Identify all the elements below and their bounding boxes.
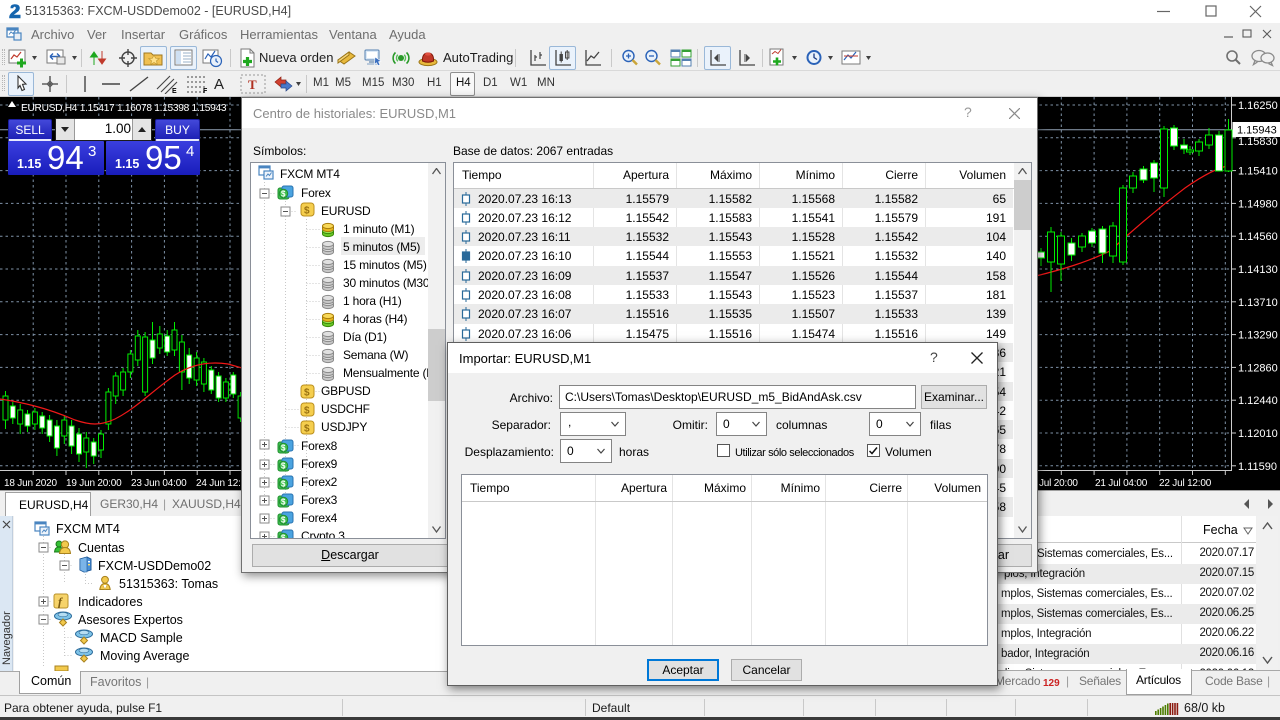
svg-text:FXCM MT4: FXCM MT4 [56,522,120,536]
svg-text:Forex: Forex [301,186,331,200]
svg-text:Día (D1): Día (D1) [343,330,387,344]
svg-text:Crypto 3: Crypto 3 [301,529,345,538]
svg-text:Semana (W): Semana (W) [343,348,409,362]
svg-text:Forex3: Forex3 [301,493,338,507]
svg-text:Forex9: Forex9 [301,457,338,471]
svg-text:EURUSD,H4 1.15417 1.16078 1.1: EURUSD,H4 1.15417 1.16078 1.15398 1.1594… [21,103,227,114]
svg-text:1.14130: 1.14130 [1238,264,1278,276]
svg-text:MACD Sample: MACD Sample [100,631,183,645]
svg-text:1.14980: 1.14980 [1238,198,1278,210]
svg-text:Jul 20:00: Jul 20:00 [1039,478,1078,489]
svg-text:Forex8: Forex8 [301,439,338,453]
svg-text:15 minutos (M5): 15 minutos (M5) [343,258,427,272]
svg-text:22 Jul 12:00: 22 Jul 12:00 [1159,478,1212,489]
svg-text:1 minuto (M1): 1 minuto (M1) [343,222,415,236]
svg-text:Forex2: Forex2 [301,475,338,489]
svg-text:1.13290: 1.13290 [1238,330,1278,342]
svg-text:1.12860: 1.12860 [1238,362,1278,374]
svg-text:19 Jun 20:00: 19 Jun 20:00 [66,478,122,489]
svg-text:Cuentas: Cuentas [78,541,125,555]
svg-text:1.11590: 1.11590 [1238,461,1277,473]
svg-text:GBPUSD: GBPUSD [321,384,371,398]
svg-text:Mensualmente (M: Mensualmente (M [343,366,436,380]
svg-text:30 minutos (M30): 30 minutos (M30) [343,276,433,290]
svg-text:1.15943: 1.15943 [1237,125,1277,137]
svg-text:Indicadores: Indicadores [78,595,143,609]
svg-text:USDCHF: USDCHF [321,402,370,416]
svg-text:4 horas (H4): 4 horas (H4) [343,312,407,326]
svg-text:1.15830: 1.15830 [1238,136,1278,148]
svg-text:T: T [248,77,257,92]
svg-text:1.13710: 1.13710 [1238,297,1278,309]
svg-text:Asesores Expertos: Asesores Expertos [78,613,183,627]
svg-text:1.12010: 1.12010 [1238,428,1278,440]
svg-text:1.15410: 1.15410 [1238,166,1278,178]
svg-text:5 minutos (M5): 5 minutos (M5) [343,240,420,254]
svg-text:FXCM-USDDemo02: FXCM-USDDemo02 [98,559,211,573]
svg-text:1.14560: 1.14560 [1238,231,1278,243]
svg-text:18 Jun 2020: 18 Jun 2020 [4,478,57,489]
svg-text:Forex4: Forex4 [301,511,338,525]
svg-text:1.16250: 1.16250 [1238,100,1278,112]
svg-text:FXCM MT4: FXCM MT4 [280,167,340,181]
svg-text:EURUSD: EURUSD [321,204,371,218]
svg-text:23 Jun 04:00: 23 Jun 04:00 [131,478,187,489]
svg-text:USDJPY: USDJPY [321,420,367,434]
svg-text:E: E [172,88,177,94]
svg-text:1.12440: 1.12440 [1238,395,1278,407]
svg-text:21 Jul 04:00: 21 Jul 04:00 [1095,478,1148,489]
svg-text:Moving Average: Moving Average [100,649,189,663]
svg-text:F: F [203,88,208,94]
svg-text:1 hora (H1): 1 hora (H1) [343,294,402,308]
svg-text:51315363: Tomas: 51315363: Tomas [119,577,218,591]
